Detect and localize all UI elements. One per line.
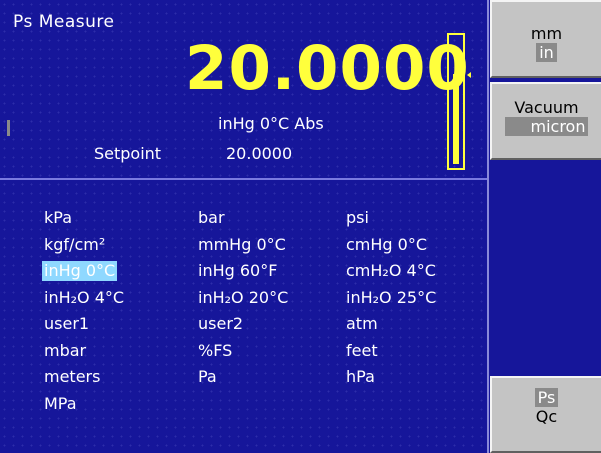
unit-option[interactable]: kPa [42,208,74,228]
softkey-in-label: in [492,43,601,62]
softkey-vacuum-micron[interactable]: Vacuum micron [490,82,601,160]
pressure-reading: 20.0000 [185,33,470,104]
unit-option[interactable]: MPa [42,394,79,414]
unit-option[interactable]: inH₂O 4°C [42,288,126,308]
instrument-screen: Ps Measure 20.0000 inHg 0°C Abs Setpoint… [0,0,601,453]
unit-option[interactable]: cmHg 0°C [344,235,429,255]
unit-option[interactable]: mmHg 0°C [196,235,288,255]
unit-option[interactable]: inH₂O 25°C [344,288,438,308]
unit-option[interactable]: hPa [344,367,377,387]
unit-option[interactable]: inHg 0°C [42,261,118,281]
unit-option[interactable]: atm [344,314,380,334]
softkey-vacuum-label: Vacuum [514,98,579,117]
unit-option[interactable]: feet [344,341,380,361]
softkey-micron-label: micron [492,117,601,136]
page-title: Ps Measure [13,12,115,32]
unit-selection-list: kPa bar psi kgf/cm² mmHg 0°C cmHg 0°C inHg 0°C… [0,180,487,453]
setpoint-marker-icon [467,72,471,78]
side-marker [7,120,10,136]
unit-option[interactable]: inH₂O 20°C [196,288,290,308]
unit-option[interactable]: inHg 60°F [196,261,279,281]
unit-option[interactable]: mbar [42,341,88,361]
unit-option[interactable]: psi [344,208,371,228]
unit-option[interactable]: bar [196,208,227,228]
unit-option[interactable]: Pa [196,367,219,387]
unit-option[interactable]: meters [42,367,102,387]
unit-option[interactable]: %FS [196,341,234,361]
setpoint-value: 20.0000 [226,144,293,163]
setpoint-label: Setpoint [94,144,162,163]
measure-panel: Ps Measure 20.0000 inHg 0°C Abs Setpoint… [0,0,489,453]
unit-option[interactable]: cmH₂O 4°C [344,261,438,281]
softkey-mm-label: mm [530,24,563,43]
softkey-ps-qc[interactable]: Ps Qc [490,376,601,453]
reading-unit: inHg 0°C Abs [218,114,324,133]
bar-gauge-fill [453,74,459,164]
unit-option[interactable]: user1 [42,314,91,334]
reading-area: Ps Measure 20.0000 inHg 0°C Abs Setpoint… [0,0,487,180]
unit-option[interactable]: kgf/cm² [42,235,107,255]
softkey-mm-in[interactable]: mm in [490,0,601,78]
softkey-ps-label: Ps [492,388,601,407]
bar-gauge [447,33,465,170]
softkey-column: mm in Vacuum micron Ps Qc [489,0,601,453]
unit-option[interactable]: user2 [196,314,245,334]
softkey-qc-label: Qc [535,407,558,426]
